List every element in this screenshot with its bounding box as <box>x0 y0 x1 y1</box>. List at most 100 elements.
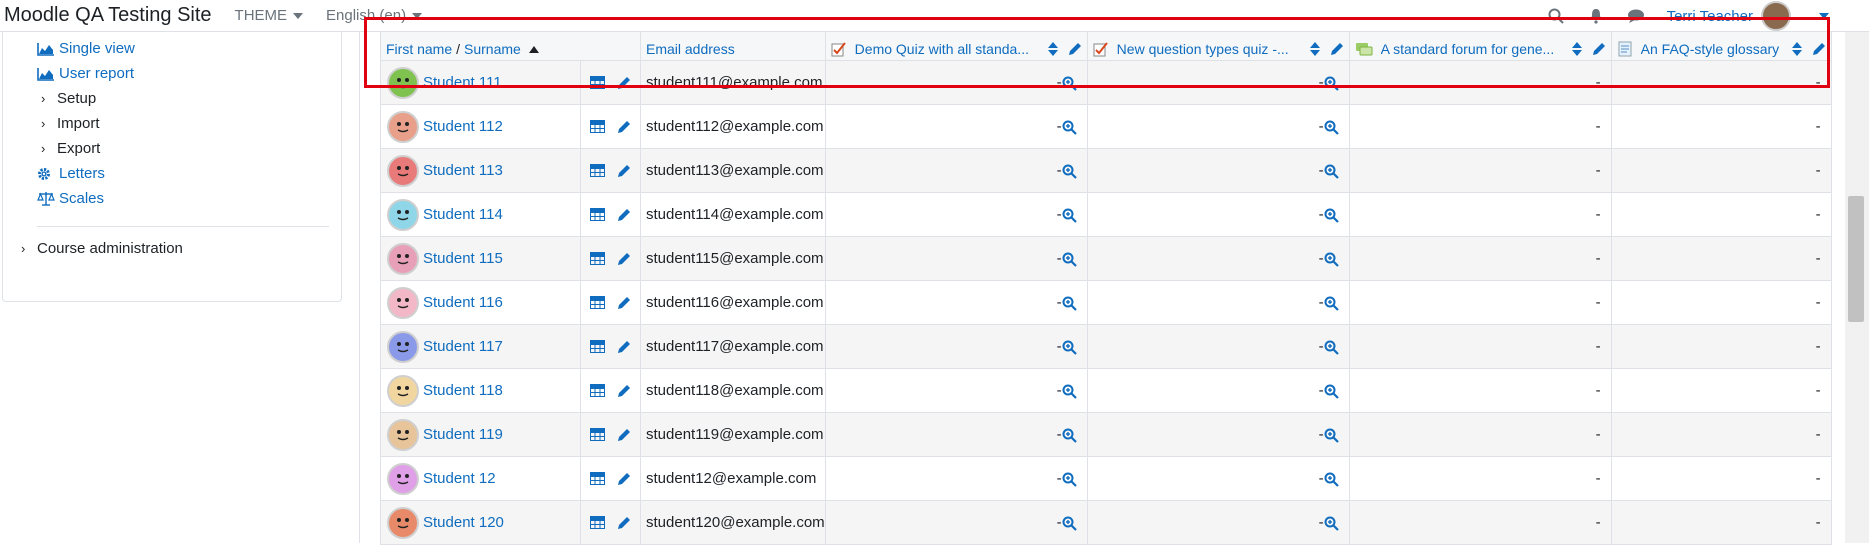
single-view-table-icon[interactable] <box>590 296 605 309</box>
edit-pencil-icon[interactable] <box>617 516 631 530</box>
edit-pencil-icon[interactable] <box>617 428 631 442</box>
zoom-grade-icon[interactable] <box>1324 76 1339 91</box>
student-name-link[interactable]: Student 117 <box>423 338 503 355</box>
theme-menu[interactable]: THEME <box>235 7 304 24</box>
student-name-link[interactable]: Student 112 <box>423 118 503 135</box>
single-view-table-icon[interactable] <box>590 340 605 353</box>
bell-icon[interactable] <box>1587 7 1605 25</box>
zoom-grade-icon[interactable] <box>1062 296 1077 311</box>
zoom-grade-icon[interactable] <box>1062 340 1077 355</box>
student-name-link[interactable]: Student 120 <box>423 514 504 531</box>
edit-pencil-icon[interactable] <box>617 164 631 178</box>
search-icon[interactable] <box>1547 7 1565 25</box>
single-view-table-icon[interactable] <box>590 472 605 485</box>
edit-pencil-icon[interactable] <box>617 208 631 222</box>
edit-pencil-icon[interactable] <box>617 340 631 354</box>
student-avatar[interactable] <box>387 506 419 539</box>
zoom-grade-icon[interactable] <box>1324 164 1339 179</box>
sort-first-name[interactable]: First name <box>386 41 452 57</box>
drawer-item-single-view[interactable]: Single view <box>37 40 135 57</box>
zoom-grade-icon[interactable] <box>1324 120 1339 135</box>
zoom-grade-icon[interactable] <box>1324 252 1339 267</box>
student-avatar[interactable] <box>387 110 419 143</box>
edit-pencil-icon[interactable] <box>617 472 631 486</box>
student-name-link[interactable]: Student 119 <box>423 426 503 443</box>
single-view-table-icon[interactable] <box>590 120 605 133</box>
sort-toggle-icon[interactable] <box>1571 42 1582 56</box>
student-name-link[interactable]: Student 115 <box>423 250 503 267</box>
zoom-grade-icon[interactable] <box>1062 516 1077 531</box>
zoom-grade-icon[interactable] <box>1324 208 1339 223</box>
zoom-grade-icon[interactable] <box>1062 472 1077 487</box>
drawer-item-letters[interactable]: Letters <box>37 165 105 182</box>
caret-down-icon[interactable] <box>1819 13 1829 19</box>
grade-item-link[interactable]: A standard forum for gene... <box>1381 41 1555 57</box>
student-avatar[interactable] <box>387 66 419 99</box>
edit-pencil-icon[interactable] <box>1812 42 1826 56</box>
student-avatar[interactable] <box>387 154 419 187</box>
language-menu[interactable]: English (en) <box>326 7 423 24</box>
sort-toggle-icon[interactable] <box>1791 42 1802 56</box>
student-avatar[interactable] <box>387 374 419 407</box>
edit-pencil-icon[interactable] <box>1330 42 1344 56</box>
student-name-link[interactable]: Student 118 <box>423 382 503 399</box>
sort-toggle-icon[interactable] <box>1047 42 1058 56</box>
drawer-item-import[interactable]: › Import <box>41 115 100 132</box>
student-avatar[interactable] <box>387 330 419 363</box>
zoom-grade-icon[interactable] <box>1062 164 1077 179</box>
edit-pencil-icon[interactable] <box>617 252 631 266</box>
drawer-item-course-administration[interactable]: › Course administration <box>21 240 183 257</box>
sort-surname[interactable]: Surname <box>464 41 521 57</box>
student-avatar[interactable] <box>387 462 419 495</box>
zoom-grade-icon[interactable] <box>1062 428 1077 443</box>
edit-pencil-icon[interactable] <box>617 384 631 398</box>
student-name-link[interactable]: Student 12 <box>423 470 496 487</box>
single-view-table-icon[interactable] <box>590 384 605 397</box>
single-view-table-icon[interactable] <box>590 208 605 221</box>
student-name-link[interactable]: Student 111 <box>423 74 502 91</box>
table-row: Student 116 student116@example.com - - - - <box>380 280 1832 325</box>
edit-pencil-icon[interactable] <box>617 296 631 310</box>
user-avatar[interactable] <box>1761 1 1791 31</box>
zoom-grade-icon[interactable] <box>1324 296 1339 311</box>
grade-item-link[interactable]: An FAQ-style glossary <box>1641 41 1780 57</box>
drawer-item-export[interactable]: › Export <box>41 140 100 157</box>
sort-email[interactable]: Email address <box>646 41 735 57</box>
edit-pencil-icon[interactable] <box>1068 42 1082 56</box>
student-avatar[interactable] <box>387 242 419 275</box>
edit-pencil-icon[interactable] <box>1592 42 1606 56</box>
edit-pencil-icon[interactable] <box>617 76 631 90</box>
single-view-table-icon[interactable] <box>590 252 605 265</box>
vertical-scrollbar-thumb[interactable] <box>1848 196 1864 322</box>
single-view-table-icon[interactable] <box>590 164 605 177</box>
zoom-grade-icon[interactable] <box>1324 428 1339 443</box>
drawer-item-setup[interactable]: › Setup <box>41 90 96 107</box>
drawer-item-scales[interactable]: Scales <box>37 190 104 207</box>
chat-icon[interactable] <box>1627 7 1645 25</box>
user-menu-name[interactable]: Terri Teacher <box>1667 8 1753 25</box>
student-name-link[interactable]: Student 116 <box>423 294 503 311</box>
student-name-link[interactable]: Student 113 <box>423 162 503 179</box>
student-name-link[interactable]: Student 114 <box>423 206 503 223</box>
student-avatar[interactable] <box>387 198 419 231</box>
zoom-grade-icon[interactable] <box>1324 384 1339 399</box>
grade-item-link[interactable]: New question types quiz -... <box>1117 41 1289 57</box>
zoom-grade-icon[interactable] <box>1324 472 1339 487</box>
student-avatar[interactable] <box>387 286 419 319</box>
zoom-grade-icon[interactable] <box>1062 252 1077 267</box>
sort-toggle-icon[interactable] <box>1309 42 1320 56</box>
zoom-grade-icon[interactable] <box>1062 76 1077 91</box>
single-view-table-icon[interactable] <box>590 428 605 441</box>
drawer-item-user-report[interactable]: User report <box>37 65 134 82</box>
zoom-grade-icon[interactable] <box>1062 208 1077 223</box>
zoom-grade-icon[interactable] <box>1062 384 1077 399</box>
single-view-table-icon[interactable] <box>590 76 605 89</box>
zoom-grade-icon[interactable] <box>1324 516 1339 531</box>
site-brand[interactable]: Moodle QA Testing Site <box>4 4 212 27</box>
zoom-grade-icon[interactable] <box>1324 340 1339 355</box>
student-avatar[interactable] <box>387 418 419 451</box>
grade-item-link[interactable]: Demo Quiz with all standa... <box>855 41 1029 57</box>
zoom-grade-icon[interactable] <box>1062 120 1077 135</box>
edit-pencil-icon[interactable] <box>617 120 631 134</box>
single-view-table-icon[interactable] <box>590 516 605 529</box>
